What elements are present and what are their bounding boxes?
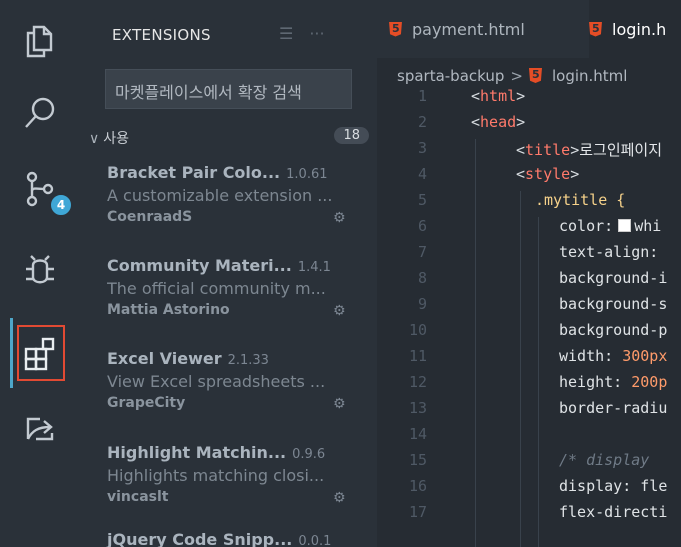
debug-icon [25, 255, 54, 284]
tab-label: payment.html [412, 19, 525, 39]
extension-item[interactable]: Highlight Matchin... 0.9.6 Highlights mat… [107, 443, 362, 506]
code-line: 1 <html> [417, 87, 526, 105]
files-icon [26, 25, 52, 58]
extension-version: 1.4.1 [297, 260, 331, 275]
extension-name: Excel Viewer [107, 349, 222, 368]
activity-live-share[interactable] [0, 392, 79, 462]
code-line: 16 display: fle [408, 477, 668, 495]
breadcrumb-file[interactable]: login.html [552, 67, 627, 85]
gear-icon[interactable]: ⚙ [333, 303, 346, 319]
code-line: 9 background-s [417, 295, 668, 313]
extension-version: 0.0.1 [298, 534, 332, 547]
tab-bar: payment.html login.h [377, 0, 681, 58]
breadcrumb: sparta-backup > login.html [397, 67, 627, 85]
extensions-sidebar: EXTENSIONS ☰ ··· 마켓플레이스에서 확장 검색 ∨ 사용 18 B… [79, 0, 377, 547]
extension-description: View Excel spreadsheets ... [107, 372, 326, 391]
enabled-group-header[interactable]: ∨ 사용 18 [89, 127, 369, 148]
code-line: 13 border-radiu [408, 399, 668, 417]
breadcrumb-folder[interactable]: sparta-backup [397, 67, 504, 85]
tab-login-html[interactable]: login.h [589, 0, 681, 58]
code-line: 6 color: whi [417, 217, 662, 235]
activity-debug[interactable] [0, 236, 79, 306]
extension-version: 0.9.6 [292, 447, 326, 462]
activity-bar: 4 [0, 0, 79, 547]
activity-extensions[interactable] [0, 318, 79, 388]
code-line: 7 text-align: [417, 243, 659, 261]
vscode-window: 4 EXTENSIONS ☰ ··· 마켓플레이스에서 확장 검색 ∨ 사용 1… [0, 0, 681, 547]
live-share-icon [26, 417, 53, 441]
code-line: 11 width: 300px [408, 347, 668, 365]
extension-publisher: GrapeCity [107, 395, 186, 411]
color-swatch[interactable] [618, 219, 632, 232]
gear-icon[interactable]: ⚙ [333, 210, 346, 226]
extension-item[interactable]: Community Materi... 1.4.1 The official co… [107, 256, 362, 319]
activity-source-control[interactable]: 4 [0, 154, 79, 224]
extension-name: Bracket Pair Colo... [107, 163, 281, 182]
html5-icon [589, 21, 602, 37]
extension-name: Highlight Matchin... [107, 443, 287, 462]
extension-name: Community Materi... [107, 256, 292, 275]
filter-list-icon[interactable]: ☰ [279, 24, 293, 43]
extension-publisher: Mattia Astorino [107, 302, 230, 318]
chevron-right-icon: > [510, 67, 523, 85]
code-line: 8 background-i [417, 269, 668, 287]
source-control-badge: 4 [49, 193, 73, 217]
code-line: 12 height: 200p [408, 373, 668, 391]
code-line: 4 <style> [417, 165, 580, 183]
group-label: 사용 [103, 131, 130, 147]
extension-publisher: CoenraadS [107, 209, 193, 225]
tab-label: login.h [612, 19, 667, 39]
extension-description: The official community m... [107, 279, 326, 298]
code-line: 5 .mytitle { [417, 191, 626, 209]
gear-icon[interactable]: ⚙ [333, 490, 346, 506]
extension-item[interactable]: Bracket Pair Colo... 1.0.61 A customizabl… [107, 163, 362, 226]
extension-item[interactable]: Excel Viewer 2.1.33 View Excel spreadshee… [107, 349, 362, 412]
extension-name: jQuery Code Snipp... [107, 530, 293, 547]
code-line: 17 flex-directi [408, 503, 668, 521]
extension-version: 1.0.61 [286, 167, 328, 182]
more-icon[interactable]: ··· [309, 24, 324, 43]
code-line: 2 <head> [417, 113, 526, 131]
editor-area: payment.html login.h sparta-backup > login… [377, 0, 681, 547]
activity-explorer[interactable] [0, 6, 79, 76]
extensions-search-input[interactable]: 마켓플레이스에서 확장 검색 [105, 69, 352, 109]
code-line: 15/* display [408, 451, 650, 469]
active-indicator [10, 318, 13, 388]
extension-version: 2.1.33 [227, 353, 269, 368]
code-line: 3 <title>로그인페이지 [417, 139, 663, 159]
html5-icon [389, 21, 402, 37]
code-line: 10 background-p [408, 321, 668, 339]
extension-item[interactable]: jQuery Code Snipp... 0.0.1 [107, 530, 362, 547]
extension-publisher: vincaslt [107, 489, 169, 505]
gear-icon[interactable]: ⚙ [333, 396, 346, 412]
group-count-badge: 18 [334, 127, 369, 144]
html5-icon [528, 68, 542, 83]
activity-search[interactable] [0, 78, 79, 148]
tab-payment-html[interactable]: payment.html [389, 0, 525, 58]
code-line: 14 [408, 425, 427, 443]
extension-description: A customizable extension ... [107, 186, 333, 205]
highlight-box [17, 325, 65, 381]
extension-description: Highlights matching closi... [107, 466, 325, 485]
chevron-down-icon: ∨ [89, 131, 100, 147]
search-icon [24, 97, 54, 128]
sidebar-header-actions: ☰ ··· [279, 24, 325, 43]
sidebar-title: EXTENSIONS [112, 26, 211, 44]
